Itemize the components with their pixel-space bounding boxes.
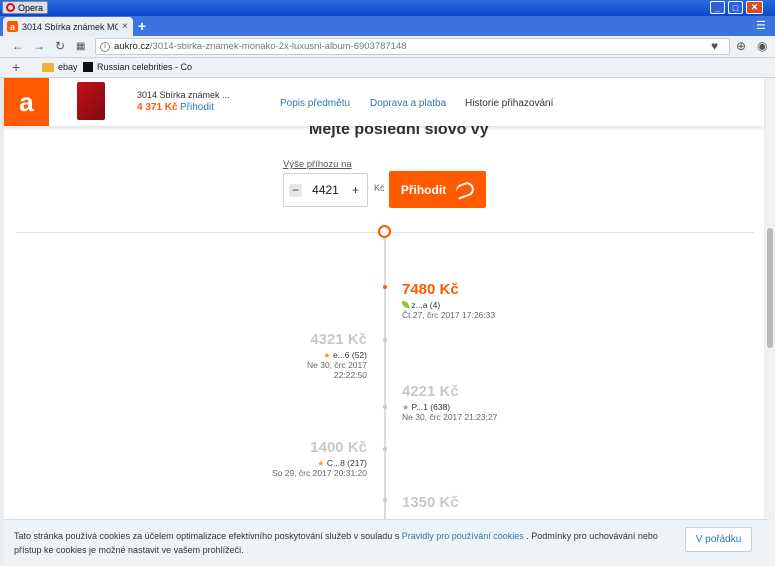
opera-menu-button[interactable]: Opera [2,1,49,14]
bid-date: So 29, črc 2017 20:31:20 [272,468,367,478]
increase-bid-button[interactable]: + [349,183,362,197]
star-icon: ★ [317,459,325,468]
timeline-dot [383,498,387,502]
site-info-icon[interactable]: i [100,41,110,52]
bid-entry: 1400 Kč ★ C...8 (217) So 29, črc 2017 20… [272,439,367,478]
bidder: ★ C...8 (217) [272,458,367,468]
new-tab-icon[interactable]: + [138,18,146,34]
product-name: 3014 Sbírka známek ... [137,90,230,100]
cookie-accept-button[interactable]: V pořádku [685,527,752,552]
nav-item-shipping[interactable]: Doprava a platba [370,98,446,109]
timeline-dot [383,405,387,409]
bidder-name: P...1 (638) [411,402,451,412]
decrease-bid-button[interactable]: − [289,183,302,197]
leaf-icon [402,301,409,308]
bid-amount-label[interactable]: Výše příhozu na [283,159,352,170]
sticky-product-header: a 3014 Sbírka známek ... 4 371 Kč Přihod… [4,78,764,126]
bid-amount: 4321 Kč [310,331,367,348]
bid-entry: 4321 Kč ★ e...6 (52) Ne 30, črc 2017 22:… [307,331,367,380]
timeline-dot [383,447,387,451]
url-host: aukro.cz [114,41,150,52]
bookmark-label: ebay [58,62,78,72]
nav-item-bid-history[interactable]: Historie přihazování [465,98,553,109]
aukro-favicon-icon: a [7,21,18,32]
bid-currency: Kč [374,183,385,193]
add-bookmark-icon[interactable]: + [12,59,20,75]
bid-date: Ne 30, črc 2017 [306,360,367,370]
tab-title: 3014 Sbírka známek MONAKO [22,21,118,32]
product-thumbnail[interactable] [77,82,105,120]
url-text: aukro.cz/3014-sbirka-znamek-monako-2x-lu… [114,41,407,52]
bidder-name: C...8 (217) [326,458,367,468]
forward-icon[interactable]: → [33,39,45,53]
bookmark-russian-celebrities[interactable]: Russian celebrities - Co [83,62,192,72]
bidder-name: z...a (4) [411,300,441,310]
cookie-banner: Tato stránka používá cookies za účelem o… [4,519,769,566]
bid-amount: 7480 Kč [402,281,459,298]
header-bid-link[interactable]: Přihodit [180,102,214,113]
bid-time: 22:22:50 [333,370,367,380]
bid-date: Čt 27, črc 2017 17:26:33 [402,310,496,320]
bookmark-thumbnail-icon [83,62,93,72]
bookmark-heart-icon[interactable]: ♥ [711,39,718,53]
back-icon[interactable]: ← [12,39,24,53]
timeline-dot [383,285,387,289]
opera-menu-label: Opera [18,2,44,13]
download-icon[interactable]: ⊕ [736,39,746,53]
bookmark-label: Russian celebrities - Co [97,62,193,72]
star-icon: ★ [402,403,410,412]
reload-icon[interactable]: ↻ [55,39,65,53]
bid-entry: 1350 Kč [402,494,459,511]
bid-amount: 1400 Kč [310,439,367,456]
tab-close-icon[interactable]: × [122,21,128,32]
aukro-logo[interactable]: a [4,78,49,126]
bid-entry: 4221 Kč ★ P...1 (638) Ne 30, črc 2017 21… [402,383,497,422]
nav-item-description[interactable]: Popis předmětu [280,98,350,109]
place-bid-button[interactable]: Přihodit [389,171,486,208]
cookie-text: Tato stránka používá cookies za účelem o… [14,529,684,557]
bid-amount-input[interactable]: 4421 [312,183,339,197]
cookie-policy-link[interactable]: Pravidly pro používání cookies [402,531,524,541]
tab-menu-icon[interactable]: ☰ [756,19,766,32]
bidder: z...a (4) [402,300,495,310]
bookmarks-bar: + ebay Russian celebrities - Co [0,58,775,78]
bid-amount: 4221 Kč [402,383,459,400]
bidder: ★ P...1 (638) [402,402,497,412]
bid-amount: 1350 Kč [402,494,459,511]
star-icon: ★ [323,351,331,360]
opera-logo-icon [6,3,15,12]
url-path: /3014-sbirka-znamek-monako-2x-luxusni-al… [149,41,407,52]
bid-entry: 7480 Kč z...a (4) Čt 27, črc 2017 17:26:… [402,281,495,320]
bid-amount-stepper: − 4421 + [283,173,368,207]
product-price: 4 371 Kč [137,102,178,113]
gavel-icon [454,179,477,200]
address-toolbar: ← → ↻ ▦ i aukro.cz/3014-sbirka-znamek-mo… [0,36,775,58]
page-content: a 3014 Sbírka známek ... 4 371 Kč Přihod… [4,78,769,566]
place-bid-label: Přihodit [400,182,447,197]
bidder-name: e...6 (52) [332,350,367,360]
maximize-icon[interactable]: □ [728,1,743,14]
timeline-start-icon [378,225,391,238]
bookmark-ebay[interactable]: ebay [42,62,78,72]
folder-icon [42,62,54,72]
bid-date: Ne 30, črc 2017 21:23:27 [402,412,498,422]
address-bar[interactable]: i aukro.cz/3014-sbirka-znamek-monako-2x-… [95,38,730,55]
tab-active[interactable]: a 3014 Sbírka známek MONAKO × [3,17,133,36]
close-icon[interactable]: ✕ [746,1,763,14]
timeline-dot [383,338,387,342]
speed-dial-icon[interactable]: ▦ [76,41,85,52]
page-viewport: a 3014 Sbírka známek ... 4 371 Kč Přihod… [0,78,775,566]
account-icon[interactable]: ◉ [757,39,767,53]
page-scrollbar[interactable] [765,78,775,566]
minimize-icon[interactable]: _ [710,1,725,14]
cookie-text-start: Tato stránka používá cookies za účelem o… [14,531,402,541]
tab-strip: a 3014 Sbírka známek MONAKO × + ☰ [0,16,775,36]
bidder: ★ e...6 (52) [307,350,367,360]
scrollbar-thumb[interactable] [767,228,773,348]
window-titlebar: Opera _ □ ✕ [0,0,775,16]
